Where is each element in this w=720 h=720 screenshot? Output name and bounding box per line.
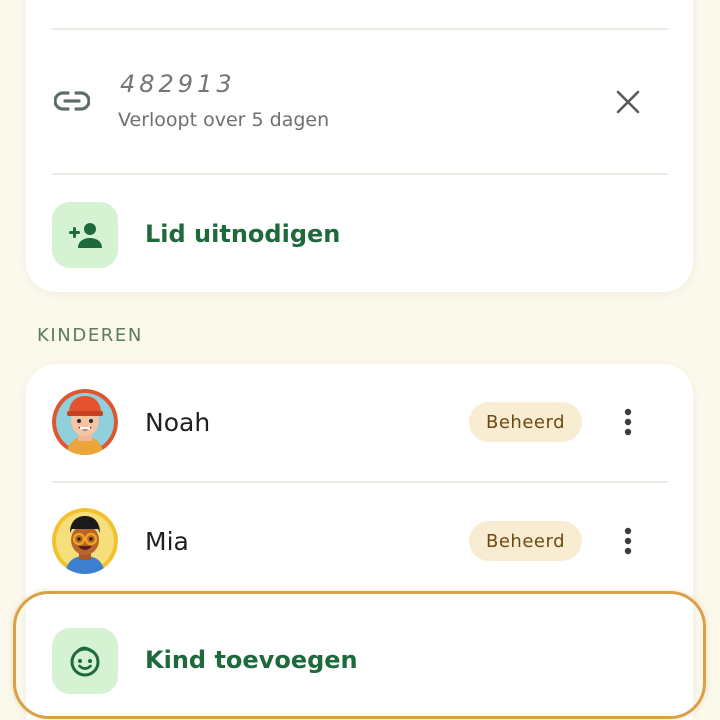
invite-code-row: 482913 Verloopt over 5 dagen: [0, 0, 720, 175]
icon-tile: [52, 202, 118, 268]
child-menu-button[interactable]: [612, 519, 644, 563]
child-name: Noah: [145, 408, 211, 437]
invite-member-button[interactable]: Lid uitnodigen: [0, 175, 720, 293]
invite-expiry: Verloopt over 5 dagen: [118, 109, 330, 131]
icon-tile: [52, 628, 118, 694]
invite-member-label: Lid uitnodigen: [145, 220, 341, 248]
status-badge: Beheerd: [469, 521, 582, 561]
add-child-button[interactable]: Kind toevoegen: [0, 601, 720, 720]
link-icon: [53, 88, 91, 114]
child-row-mia[interactable]: Mia Beheerd: [0, 483, 720, 601]
invite-code: 482913: [120, 70, 236, 98]
avatar: [52, 389, 118, 455]
more-vertical-icon: [624, 408, 632, 436]
more-vertical-icon: [624, 527, 632, 555]
kids-section-title: KINDEREN: [37, 325, 143, 346]
child-row-noah[interactable]: Noah Beheerd: [0, 364, 720, 482]
close-icon: [616, 90, 640, 114]
child-face-icon: [70, 646, 100, 677]
avatar: [52, 508, 118, 574]
child-name: Mia: [145, 527, 189, 556]
revoke-invite-button[interactable]: [610, 84, 646, 120]
child-menu-button[interactable]: [612, 400, 644, 444]
person-add-icon: [69, 223, 102, 248]
add-child-label: Kind toevoegen: [145, 646, 358, 674]
status-badge: Beheerd: [469, 402, 582, 442]
